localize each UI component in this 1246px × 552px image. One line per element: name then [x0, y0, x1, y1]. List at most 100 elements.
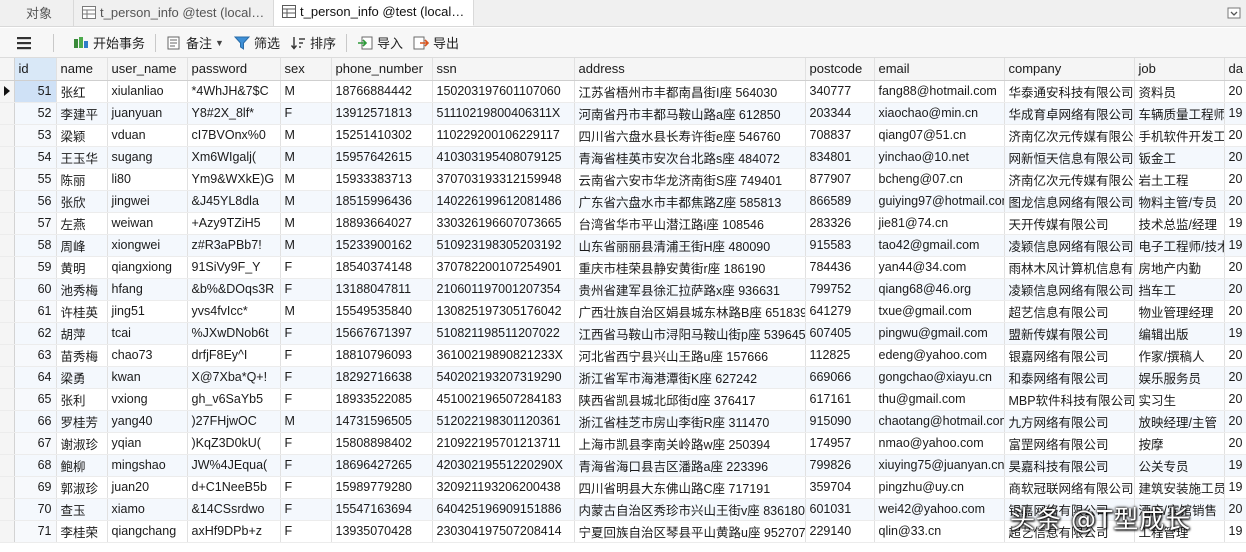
cell-password[interactable]: JW%4JEqua(	[187, 454, 281, 477]
row-indicator[interactable]	[0, 300, 15, 323]
cell-name[interactable]: 周峰	[56, 234, 108, 257]
cell-email[interactable]: xiuying75@juanyan.cn	[874, 454, 1005, 477]
cell-email[interactable]: pingwu@gmail.com	[874, 322, 1005, 345]
cell-company[interactable]: 超艺信息有限公司	[1004, 300, 1135, 323]
cell-ssn[interactable]: 640425196909151886	[432, 498, 575, 521]
cell-name[interactable]: 鲍柳	[56, 454, 108, 477]
table-row[interactable]: 59 黄明 qiangxiong 91SiVy9F_Y F 18540374148 3707…	[0, 256, 1246, 279]
row-indicator[interactable]	[0, 190, 15, 213]
row-indicator[interactable]	[0, 146, 15, 169]
cell-name[interactable]: 张利	[56, 388, 108, 411]
cell-job[interactable]: 手机软件开发工	[1134, 124, 1225, 147]
note-button[interactable]: 备注 ▼	[161, 31, 229, 55]
cell-id[interactable]: 60	[14, 278, 57, 301]
cell-password[interactable]: drfjF8Ey^I	[187, 344, 281, 367]
cell-email[interactable]: pingzhu@uy.cn	[874, 476, 1005, 499]
cell-job[interactable]: 物料主管/专员	[1134, 190, 1225, 213]
cell-name[interactable]: 池秀梅	[56, 278, 108, 301]
cell-address[interactable]: 重庆市桂荣县静安黄街r座 186190	[574, 256, 806, 279]
cell-company[interactable]: 昊嘉科技有限公司	[1004, 454, 1135, 477]
cell-email[interactable]: fang88@hotmail.com	[874, 80, 1005, 103]
table-row[interactable]: 58 周峰 xiongwei z#R3aPBb7! M 15233900162 510923…	[0, 234, 1246, 257]
cell-address[interactable]: 青海省桂英市安次台北路s座 484072	[574, 146, 806, 169]
cell-phone_number[interactable]: 18515996436	[331, 190, 433, 213]
cell-password[interactable]: yvs4fvIcc*	[187, 300, 281, 323]
column-header-phone_number[interactable]: phone_number	[331, 58, 433, 81]
cell-user_name[interactable]: hfang	[107, 278, 188, 301]
cell-job[interactable]: 实习生	[1134, 388, 1225, 411]
table-row[interactable]: 65 张利 vxiong gh_v6SaYb5 F 18933522085 45100219…	[0, 388, 1246, 411]
cell-email[interactable]: edeng@yahoo.com	[874, 344, 1005, 367]
column-header-email[interactable]: email	[874, 58, 1005, 81]
column-header-da[interactable]: da	[1224, 58, 1246, 81]
cell-da[interactable]: 19	[1224, 454, 1246, 477]
cell-job[interactable]: 岩土工程	[1134, 168, 1225, 191]
table-row[interactable]: 67 谢淑珍 yqian)KqZ3D0kU(F 15808898402 21092219…	[0, 432, 1246, 455]
cell-postcode[interactable]: 174957	[805, 432, 875, 455]
cell-company[interactable]: 盟新传媒有限公司	[1004, 322, 1135, 345]
cell-password[interactable]: 91SiVy9F_Y	[187, 256, 281, 279]
cell-email[interactable]: yan44@34.com	[874, 256, 1005, 279]
cell-da[interactable]: 20	[1224, 168, 1246, 191]
cell-address[interactable]: 江苏省梧州市丰都南昌街I座 564030	[574, 80, 806, 103]
cell-password[interactable]: d+C1NeeB5b	[187, 476, 281, 499]
cell-company[interactable]: 华泰通安科技有限公司	[1004, 80, 1135, 103]
cell-id[interactable]: 51	[14, 80, 57, 103]
cell-name[interactable]: 苗秀梅	[56, 344, 108, 367]
cell-user_name[interactable]: vduan	[107, 124, 188, 147]
cell-user_name[interactable]: xiongwei	[107, 234, 188, 257]
cell-da[interactable]: 20	[1224, 410, 1246, 433]
cell-job[interactable]: 按摩	[1134, 432, 1225, 455]
cell-id[interactable]: 71	[14, 520, 57, 543]
tab-table-1[interactable]: t_person_info @test (localh...	[74, 0, 274, 26]
cell-ssn[interactable]: 370782200107254901	[432, 256, 575, 279]
cell-company[interactable]: 华成育卓网络有限公司	[1004, 102, 1135, 125]
cell-password[interactable]: Y8#2X_8lf*	[187, 102, 281, 125]
cell-phone_number[interactable]: 15547163694	[331, 498, 433, 521]
row-indicator[interactable]	[0, 344, 15, 367]
cell-postcode[interactable]: 866589	[805, 190, 875, 213]
cell-sex[interactable]: F	[280, 454, 332, 477]
cell-sex[interactable]: F	[280, 344, 332, 367]
cell-id[interactable]: 61	[14, 300, 57, 323]
cell-password[interactable]: axHf9DPb+z	[187, 520, 281, 543]
cell-address[interactable]: 浙江省桂芝市房山李街R座 311470	[574, 410, 806, 433]
cell-phone_number[interactable]: 18893664027	[331, 212, 433, 235]
cell-phone_number[interactable]: 15233900162	[331, 234, 433, 257]
cell-user_name[interactable]: li80	[107, 168, 188, 191]
cell-da[interactable]: 19	[1224, 520, 1246, 543]
cell-user_name[interactable]: vxiong	[107, 388, 188, 411]
cell-postcode[interactable]: 359704	[805, 476, 875, 499]
column-header-postcode[interactable]: postcode	[805, 58, 875, 81]
cell-address[interactable]: 山东省丽丽县清浦王街H座 480090	[574, 234, 806, 257]
cell-da[interactable]: 20	[1224, 80, 1246, 103]
cell-postcode[interactable]: 877907	[805, 168, 875, 191]
cell-name[interactable]: 王玉华	[56, 146, 108, 169]
cell-postcode[interactable]: 617161	[805, 388, 875, 411]
cell-email[interactable]: thu@gmail.com	[874, 388, 1005, 411]
cell-name[interactable]: 郭淑珍	[56, 476, 108, 499]
cell-email[interactable]: nmao@yahoo.com	[874, 432, 1005, 455]
cell-sex[interactable]: M	[280, 80, 332, 103]
cell-name[interactable]: 李建平	[56, 102, 108, 125]
cell-ssn[interactable]: 512022198301120361	[432, 410, 575, 433]
cell-company[interactable]: 和泰网络有限公司	[1004, 366, 1135, 389]
cell-address[interactable]: 贵州省建军县徐汇拉萨路x座 936631	[574, 278, 806, 301]
cell-phone_number[interactable]: 13912571813	[331, 102, 433, 125]
cell-da[interactable]: 19	[1224, 322, 1246, 345]
cell-sex[interactable]: M	[280, 234, 332, 257]
cell-phone_number[interactable]: 15989779280	[331, 476, 433, 499]
cell-address[interactable]: 四川省明县大东佛山路C座 717191	[574, 476, 806, 499]
cell-ssn[interactable]: 36100219890821233X	[432, 344, 575, 367]
table-row[interactable]: 54 王玉华 sugang Xm6WIgalj(M 15957642615 4103031…	[0, 146, 1246, 169]
table-row[interactable]: 51 张红 xiulanliao *4WhJH&7$C M 18766884442 1502…	[0, 80, 1246, 103]
cell-da[interactable]: 19	[1224, 102, 1246, 125]
cell-email[interactable]: tao42@gmail.com	[874, 234, 1005, 257]
cell-postcode[interactable]: 641279	[805, 300, 875, 323]
cell-name[interactable]: 查玉	[56, 498, 108, 521]
cell-sex[interactable]: M	[280, 212, 332, 235]
cell-postcode[interactable]: 784436	[805, 256, 875, 279]
cell-address[interactable]: 上海市凯县李南关岭路w座 250394	[574, 432, 806, 455]
cell-sex[interactable]: F	[280, 102, 332, 125]
cell-id[interactable]: 68	[14, 454, 57, 477]
